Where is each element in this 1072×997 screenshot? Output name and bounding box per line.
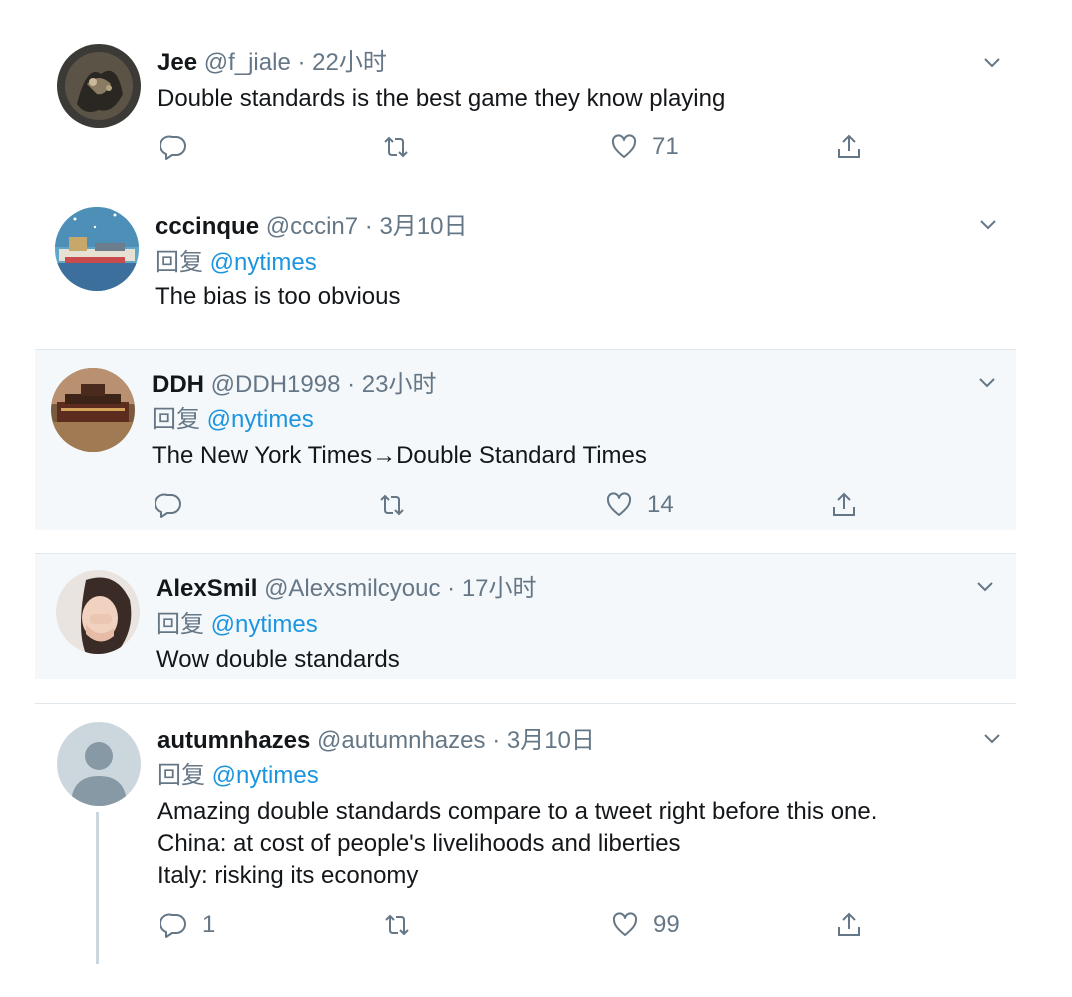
- reply-button[interactable]: 1: [160, 910, 215, 940]
- tweet-autumnhazes[interactable]: autumnhazes @autumnhazes · 3月10日 回复 @nyt…: [0, 704, 1072, 997]
- retweet-button[interactable]: [382, 132, 410, 162]
- separator-dot: ·: [364, 213, 373, 240]
- chevron-down-icon[interactable]: [982, 52, 1002, 72]
- retweet-icon: [382, 133, 410, 161]
- reply-icon: [155, 491, 183, 519]
- mention-link[interactable]: @nytimes: [212, 762, 319, 789]
- tweet-text-line: Amazing double standards compare to a tw…: [157, 798, 878, 825]
- tweet-text-line: Italy: risking its economy: [157, 862, 419, 889]
- tweet-cccinque[interactable]: cccinque @cccin7 · 3月10日 回复 @nytimes The…: [0, 180, 1072, 350]
- tweet-alexsmil[interactable]: AlexSmil @Alexsmilcyouc · 17小时 回复 @nytim…: [0, 554, 1072, 679]
- chevron-down-icon[interactable]: [977, 372, 997, 392]
- tweet-header: cccinque @cccin7 · 3月10日: [155, 212, 468, 242]
- reply-prefix: 回复: [156, 611, 204, 638]
- tweet-text-line: China: at cost of people's livelihoods a…: [157, 830, 681, 857]
- chevron-down-icon[interactable]: [975, 576, 995, 596]
- display-name[interactable]: autumnhazes: [157, 727, 310, 754]
- reply-prefix: 回复: [152, 406, 200, 433]
- display-name[interactable]: AlexSmil: [156, 575, 257, 602]
- user-handle[interactable]: @f_jiale: [204, 49, 291, 76]
- retweet-icon: [378, 491, 406, 519]
- reply-button[interactable]: [160, 132, 188, 162]
- timestamp[interactable]: 3月10日: [379, 213, 467, 240]
- user-handle[interactable]: @cccin7: [266, 213, 358, 240]
- separator-dot: ·: [297, 49, 306, 76]
- user-handle[interactable]: @Alexsmilcyouc: [264, 575, 440, 602]
- tweet-header: DDH @DDH1998 · 23小时: [152, 370, 436, 400]
- like-icon: [610, 133, 638, 161]
- tweet-header: Jee @f_jiale · 22小时: [157, 48, 387, 78]
- separator-dot: ·: [347, 371, 356, 398]
- share-button[interactable]: [830, 490, 858, 520]
- like-button[interactable]: 71: [610, 132, 679, 162]
- avatar[interactable]: [57, 44, 141, 128]
- reply-button[interactable]: [155, 490, 183, 520]
- retweet-button[interactable]: [378, 490, 406, 520]
- share-button[interactable]: [835, 910, 863, 940]
- display-name[interactable]: Jee: [157, 49, 197, 76]
- tweet-text: The New York Times→Double Standard Times: [152, 442, 647, 469]
- tweet-header: autumnhazes @autumnhazes · 3月10日: [157, 726, 595, 756]
- retweet-icon: [383, 911, 411, 939]
- reply-context: 回复 @nytimes: [157, 761, 319, 791]
- mention-link[interactable]: @nytimes: [210, 249, 317, 276]
- reply-context: 回复 @nytimes: [152, 405, 314, 435]
- display-name[interactable]: cccinque: [155, 213, 259, 240]
- reply-context: 回复 @nytimes: [155, 248, 317, 278]
- chevron-down-icon[interactable]: [982, 728, 1002, 748]
- like-button[interactable]: 99: [611, 910, 680, 940]
- tweet-text: Double standards is the best game they k…: [157, 85, 726, 112]
- avatar[interactable]: [57, 722, 141, 806]
- timestamp[interactable]: 22小时: [312, 49, 387, 76]
- share-icon: [835, 133, 863, 161]
- avatar[interactable]: [51, 368, 135, 452]
- display-name[interactable]: DDH: [152, 371, 204, 398]
- timestamp[interactable]: 3月10日: [507, 727, 595, 754]
- thread-connector: [96, 812, 99, 964]
- tweet-jee[interactable]: Jee @f_jiale · 22小时 Double standards is …: [0, 0, 1072, 180]
- avatar[interactable]: [56, 570, 140, 654]
- share-icon: [835, 911, 863, 939]
- tweet-header: AlexSmil @Alexsmilcyouc · 17小时: [156, 574, 537, 604]
- user-handle[interactable]: @DDH1998: [211, 371, 341, 398]
- retweet-button[interactable]: [383, 910, 411, 940]
- timestamp[interactable]: 23小时: [362, 371, 437, 398]
- mention-link[interactable]: @nytimes: [207, 406, 314, 433]
- tweet-text: Wow double standards: [156, 646, 400, 673]
- tweet-ddh[interactable]: DDH @DDH1998 · 23小时 回复 @nytimes The New …: [0, 350, 1072, 530]
- user-handle[interactable]: @autumnhazes: [317, 727, 485, 754]
- reply-prefix: 回复: [155, 249, 203, 276]
- reply-prefix: 回复: [157, 762, 205, 789]
- like-icon: [611, 911, 639, 939]
- reply-context: 回复 @nytimes: [156, 610, 318, 640]
- share-button[interactable]: [835, 132, 863, 162]
- reply-icon: [160, 911, 188, 939]
- share-icon: [830, 491, 858, 519]
- like-count: 71: [652, 133, 679, 160]
- chevron-down-icon[interactable]: [978, 214, 998, 234]
- reply-count: 1: [202, 911, 216, 938]
- avatar[interactable]: [55, 207, 139, 291]
- like-button[interactable]: 14: [605, 490, 674, 520]
- like-count: 99: [653, 911, 680, 938]
- reply-icon: [160, 133, 188, 161]
- like-count: 14: [647, 491, 674, 518]
- separator-dot: ·: [492, 727, 501, 754]
- mention-link[interactable]: @nytimes: [211, 611, 318, 638]
- timestamp[interactable]: 17小时: [462, 575, 537, 602]
- tweet-text: The bias is too obvious: [155, 283, 401, 310]
- like-icon: [605, 491, 633, 519]
- separator-dot: ·: [447, 575, 456, 602]
